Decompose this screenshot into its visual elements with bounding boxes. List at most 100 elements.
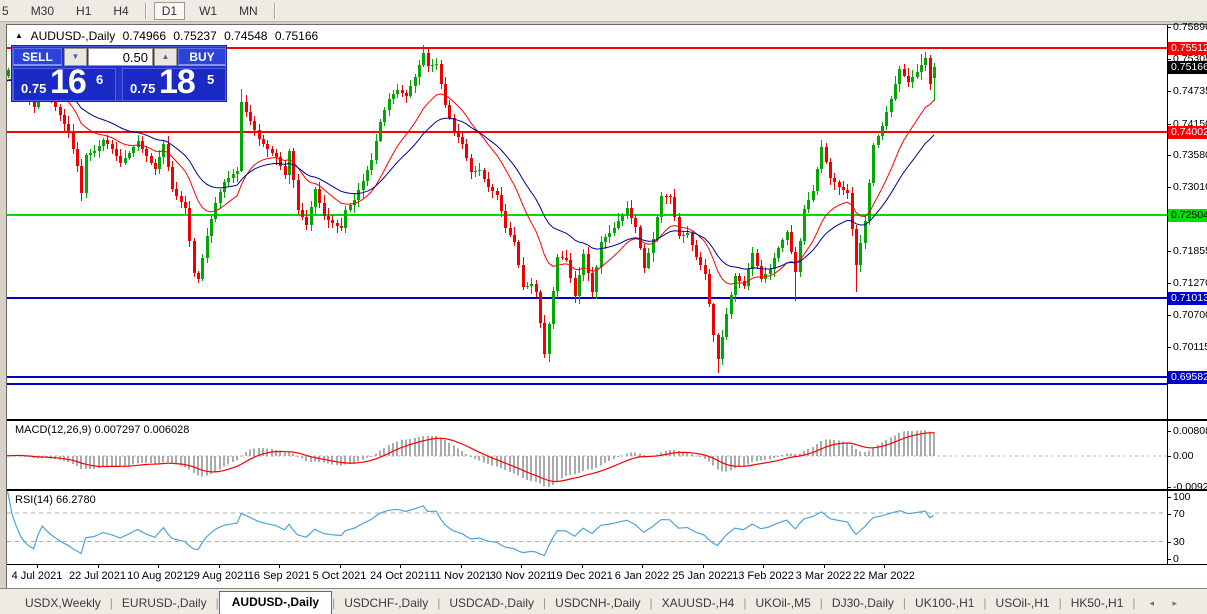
rsi-label: RSI(14) 66.2780 — [15, 494, 96, 506]
timeframe-button-h4[interactable]: H4 — [105, 2, 136, 20]
price-tick-label: 0.71270 — [1173, 277, 1207, 289]
macd-axis-label: 0.00 — [1173, 450, 1193, 462]
date-tick — [703, 565, 704, 568]
date-label: 10 Aug 2021 — [127, 570, 189, 582]
tab-usoil-h1[interactable]: USOil-,H1 — [987, 593, 1059, 614]
price-tick-label: 0.73580 — [1173, 149, 1207, 161]
date-tick — [158, 565, 159, 568]
toolbar-separator — [274, 3, 275, 19]
tab-eurusd-daily[interactable]: EURUSD-,Daily — [113, 593, 216, 614]
support-resistance-line — [7, 214, 1167, 216]
date-label: 19 Dec 2021 — [550, 570, 612, 582]
date-tick — [582, 565, 583, 568]
buy-price-box[interactable]: 0.75 18 5 — [122, 68, 226, 101]
chart-title: ▲ AUDUSD-,Daily 0.74966 0.75237 0.74548 … — [15, 29, 322, 43]
buy-price-point: 5 — [207, 72, 214, 87]
tab-dj30-daily[interactable]: DJ30-,Daily — [823, 593, 903, 614]
tab-uk100-h1[interactable]: UK100-,H1 — [906, 593, 983, 614]
date-tick — [461, 565, 462, 568]
ohlc-low: 0.74548 — [224, 29, 267, 43]
volume-input[interactable] — [88, 48, 153, 66]
date-label: 29 Aug 2021 — [188, 570, 250, 582]
tab-separator: | — [1132, 596, 1135, 614]
timeframe-button-mn[interactable]: MN — [231, 2, 266, 20]
price-level-label: 0.74002 — [1168, 126, 1207, 139]
date-tick — [521, 565, 522, 568]
price-tick-label: 0.70115 — [1173, 341, 1207, 353]
date-tick — [219, 565, 220, 568]
support-resistance-line — [7, 376, 1167, 378]
tab-usdx-weekly[interactable]: USDX,Weekly — [16, 593, 110, 614]
timeframe-button-m30[interactable]: M30 — [23, 2, 62, 20]
price-tick-label: 0.75890 — [1173, 21, 1207, 33]
ohlc-high: 0.75237 — [173, 29, 216, 43]
price-tick-label: 0.74735 — [1173, 85, 1207, 97]
toolbar-separator — [145, 3, 146, 19]
tab-scroll-arrows[interactable]: ◂ ▸ — [1150, 598, 1186, 614]
timeframe-toolbar: 5 M30 H1 H4 D1 W1 MN — [0, 0, 1207, 22]
date-label: 5 Oct 2021 — [313, 570, 367, 582]
rsi-axis-label: 30 — [1173, 536, 1185, 548]
date-tick — [279, 565, 280, 568]
date-label: 13 Feb 2022 — [732, 570, 794, 582]
date-tick — [37, 565, 38, 568]
tab-audusd-daily[interactable]: AUDUSD-,Daily — [219, 591, 332, 614]
rsi-axis-label: 100 — [1173, 491, 1191, 503]
date-label: 22 Mar 2022 — [853, 570, 915, 582]
support-resistance-line — [7, 383, 1167, 385]
date-tick — [763, 565, 764, 568]
tab-ukoil-m5[interactable]: UKOil-,M5 — [746, 593, 819, 614]
support-resistance-line — [7, 297, 1167, 299]
sell-price-box[interactable]: 0.75 16 6 — [13, 68, 116, 101]
support-resistance-line — [7, 131, 1167, 133]
buy-price-prefix: 0.75 — [130, 81, 155, 96]
chart-collapse-icon[interactable]: ▲ — [15, 31, 23, 40]
rsi-axis-label: 70 — [1173, 508, 1185, 520]
tab-usdchf-daily[interactable]: USDCHF-,Daily — [335, 593, 437, 614]
tab-usdcnh-daily[interactable]: USDCNH-,Daily — [546, 593, 649, 614]
ohlc-close: 0.75166 — [275, 29, 318, 43]
date-label: 6 Jan 2022 — [615, 570, 669, 582]
tab-hk50-h1[interactable]: HK50-,H1 — [1062, 593, 1133, 614]
chart-symbol-label: AUDUSD-,Daily — [31, 29, 116, 43]
rsi-indicator-pane[interactable]: RSI(14) 66.2780 — [7, 491, 1167, 564]
date-tick — [824, 565, 825, 568]
chart-tab-bar: USDX,Weekly|EURUSD-,Daily|AUDUSD-,Daily|… — [0, 588, 1207, 614]
date-label: 30 Nov 2021 — [490, 570, 552, 582]
date-tick — [642, 565, 643, 568]
ohlc-open: 0.74966 — [123, 29, 166, 43]
date-label: 22 Jul 2021 — [69, 570, 126, 582]
chart-window[interactable]: ▲ AUDUSD-,Daily 0.74966 0.75237 0.74548 … — [6, 24, 1207, 588]
date-label: 4 Jul 2021 — [12, 570, 63, 582]
price-level-label: 0.72504 — [1168, 209, 1207, 222]
timeframe-button-w1[interactable]: W1 — [191, 2, 225, 20]
date-label: 25 Jan 2022 — [672, 570, 733, 582]
macd-indicator-pane[interactable]: MACD(12,26,9) 0.007297 0.006028 — [7, 421, 1167, 489]
tab-usdcad-daily[interactable]: USDCAD-,Daily — [440, 593, 543, 614]
rsi-axis-label: 0 — [1173, 553, 1179, 565]
timeframe-button-d1[interactable]: D1 — [154, 2, 185, 20]
sell-price-point: 6 — [96, 72, 103, 87]
price-level-label: 0.69582 — [1168, 371, 1207, 384]
price-level-label: 0.75512 — [1168, 42, 1207, 55]
sell-price-pips: 16 — [50, 63, 86, 102]
timeframe-button-h1[interactable]: H1 — [68, 2, 99, 20]
date-tick — [98, 565, 99, 568]
price-level-label: 0.71013 — [1168, 292, 1207, 305]
date-axis[interactable]: 4 Jul 2021 22 Jul 202110 Aug 202129 Aug 2… — [7, 565, 1167, 587]
tab-xauusd-h4[interactable]: XAUUSD-,H4 — [653, 593, 744, 614]
date-label: 3 Mar 2022 — [796, 570, 852, 582]
buy-price-pips: 18 — [159, 63, 195, 102]
macd-label: MACD(12,26,9) 0.007297 0.006028 — [15, 424, 189, 436]
date-label: 16 Sep 2021 — [248, 570, 310, 582]
price-tick-label: 0.73010 — [1173, 181, 1207, 193]
price-tick-label: 0.70700 — [1173, 309, 1207, 321]
price-level-label: 0.75166 — [1168, 61, 1207, 74]
date-tick — [340, 565, 341, 568]
date-label: 11 Nov 2021 — [430, 570, 492, 582]
sell-price-prefix: 0.75 — [21, 81, 46, 96]
chevron-up-icon: ▲ — [162, 52, 170, 61]
date-tick — [884, 565, 885, 568]
chevron-down-icon: ▼ — [72, 52, 80, 61]
timeframe-button-5[interactable]: 5 — [0, 2, 17, 20]
